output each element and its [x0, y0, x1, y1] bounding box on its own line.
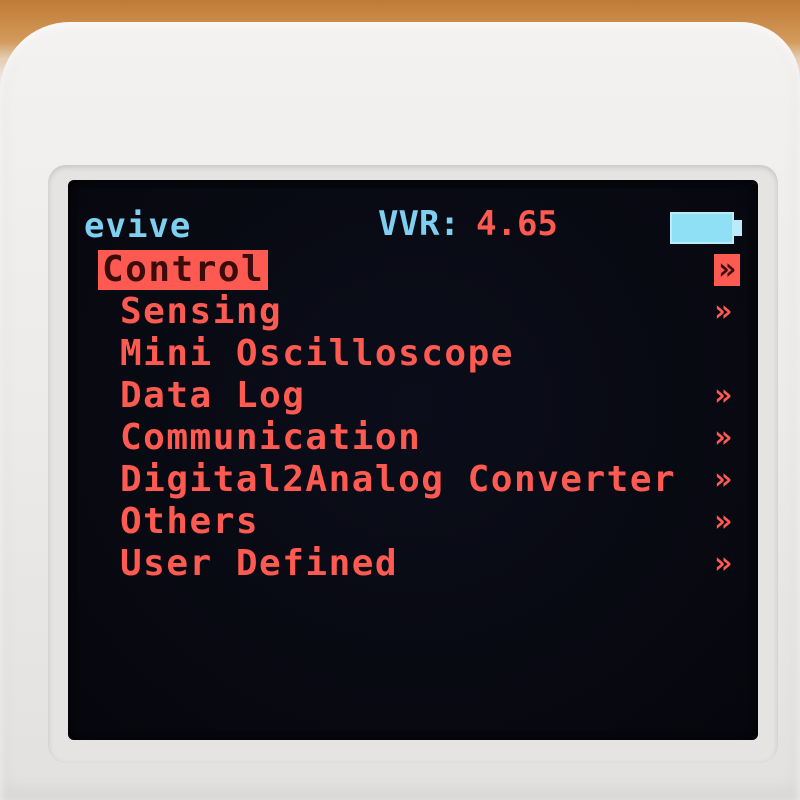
menu-item-label: Sensing	[120, 291, 283, 332]
menu-item-digital2analog-converter[interactable]: Digital2Analog Converter »	[78, 460, 748, 500]
menu-item-label: Communication	[120, 417, 422, 458]
status-bar: evive VVR: 4.65	[78, 188, 748, 248]
brand-label: evive	[84, 206, 192, 246]
submenu-arrow-icon: »	[714, 294, 733, 329]
menu-item-label: Data Log	[120, 375, 306, 416]
menu-item-label: Others	[120, 501, 260, 542]
menu-item-user-defined[interactable]: User Defined »	[78, 544, 748, 584]
submenu-arrow-icon: »	[714, 254, 740, 286]
menu-item-sensing[interactable]: Sensing »	[78, 292, 748, 332]
menu-item-communication[interactable]: Communication »	[78, 418, 748, 458]
menu-item-data-log[interactable]: Data Log »	[78, 376, 748, 416]
lcd-screen: evive VVR: 4.65 Control » Sensing » Mini…	[68, 180, 758, 740]
battery-tip-icon	[734, 220, 742, 236]
menu-item-label: Mini Oscilloscope	[120, 333, 514, 374]
vvr-label: VVR:	[378, 204, 460, 244]
menu-item-label: Digital2Analog Converter	[120, 459, 677, 500]
menu-item-mini-oscilloscope[interactable]: Mini Oscilloscope	[78, 334, 748, 374]
battery-full-icon	[670, 212, 734, 244]
menu-item-control[interactable]: Control »	[78, 250, 748, 290]
submenu-arrow-icon: »	[714, 378, 733, 413]
menu-item-label: User Defined	[120, 543, 399, 584]
submenu-arrow-icon: »	[714, 504, 733, 539]
lcd-display-area: evive VVR: 4.65 Control » Sensing » Mini…	[78, 188, 748, 730]
submenu-arrow-icon: »	[714, 546, 733, 581]
vvr-value: 4.65	[476, 204, 558, 244]
menu-item-others[interactable]: Others »	[78, 502, 748, 542]
menu-item-label: Control	[98, 250, 269, 290]
submenu-arrow-icon: »	[714, 462, 733, 497]
submenu-arrow-icon: »	[714, 420, 733, 455]
